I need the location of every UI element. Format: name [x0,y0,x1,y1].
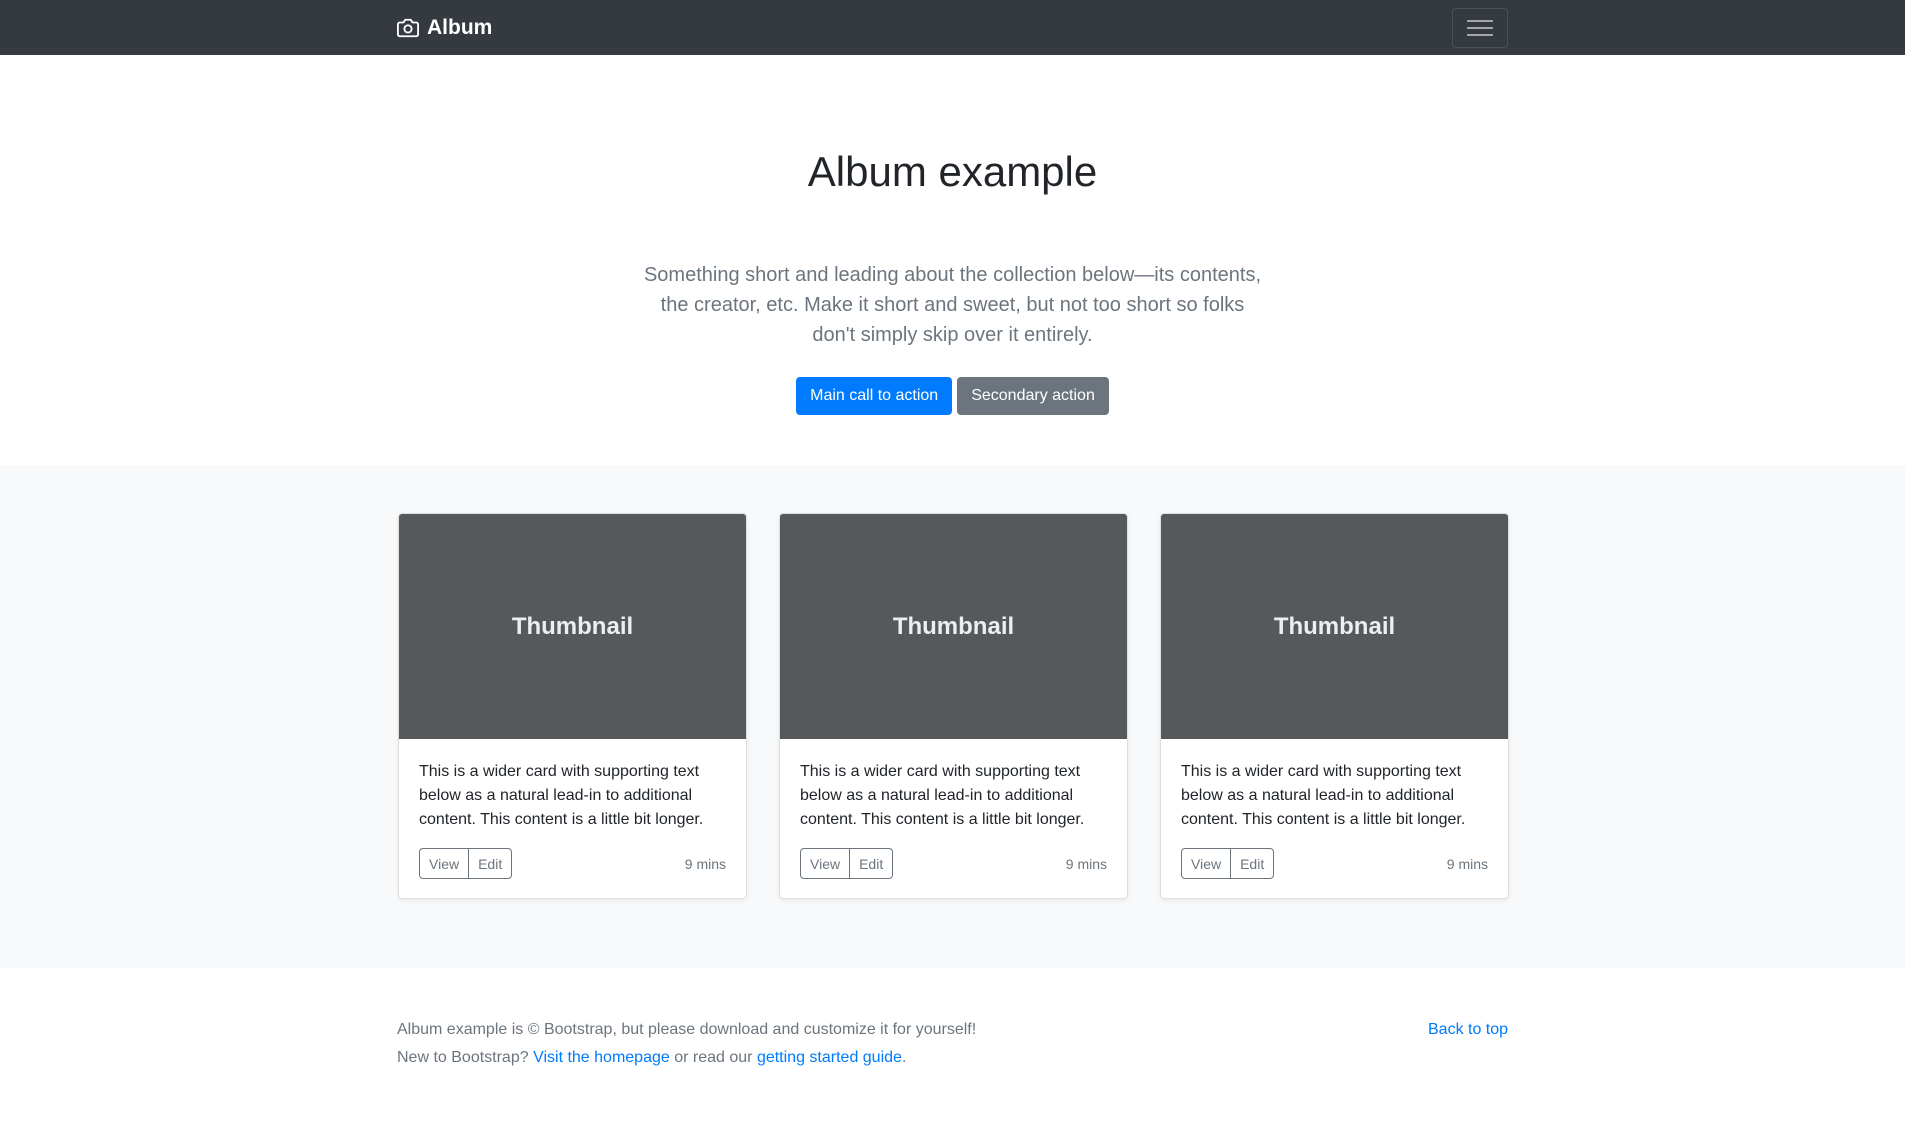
album-card: Thumbnail This is a wider card with supp… [1160,513,1509,899]
view-button[interactable]: View [419,848,470,879]
getting-started-guide-link[interactable]: getting started guide [757,1049,902,1066]
edit-button[interactable]: Edit [468,848,513,879]
card-time: 9 mins [684,855,726,872]
back-to-top-link[interactable]: Back to top [1428,1018,1508,1042]
card-button-group: View Edit [800,848,894,879]
page-title: Album example [807,148,1098,195]
album-card: Thumbnail This is a wider card with supp… [779,513,1128,899]
main-call-to-action-button[interactable]: Main call to action [796,377,953,415]
card-text: This is a wider card with supporting tex… [800,763,1085,828]
card-grid: Thumbnail This is a wider card with supp… [398,513,1509,899]
camera-icon [397,18,419,37]
footer-getting-started: New to Bootstrap? Visit the homepage or … [397,1046,906,1070]
hero-lead-text: Something short and leading about the co… [643,264,1262,346]
card-footer: View Edit 9 mins [1181,848,1488,879]
card-button-group: View Edit [1181,848,1275,879]
card-text: This is a wider card with supporting tex… [419,763,704,828]
hero-section: Album example Something short and leadin… [0,55,1905,465]
card-time: 9 mins [1065,855,1107,872]
hero-actions: Main call to action Secondary action [0,377,1905,415]
thumbnail-label: Thumbnail [892,612,1015,640]
card-time: 9 mins [1446,855,1488,872]
card-thumbnail: Thumbnail [1161,514,1508,739]
brand-name: Album [427,15,493,39]
footer-copyright: Album example is © Bootstrap, but please… [397,1021,977,1038]
footer-prefix-text: New to Bootstrap? [397,1049,529,1066]
edit-button[interactable]: Edit [849,848,894,879]
page-footer: Album example is © Bootstrap, but please… [0,968,1905,1122]
view-button[interactable]: View [800,848,851,879]
card-footer: View Edit 9 mins [419,848,726,879]
footer-suffix-text: . [901,1049,907,1066]
visit-homepage-link[interactable]: Visit the homepage [533,1049,670,1066]
card-button-group: View Edit [419,848,513,879]
navbar: Album [0,0,1905,55]
card-thumbnail: Thumbnail [399,514,746,739]
thumbnail-label: Thumbnail [1273,612,1396,640]
album-section: Thumbnail This is a wider card with supp… [0,465,1905,968]
view-button[interactable]: View [1181,848,1232,879]
thumbnail-label: Thumbnail [511,612,634,640]
secondary-action-button[interactable]: Secondary action [957,377,1109,415]
album-card: Thumbnail This is a wider card with supp… [398,513,747,899]
edit-button[interactable]: Edit [1230,848,1275,879]
card-thumbnail: Thumbnail [780,514,1127,739]
navbar-toggle-button[interactable] [1452,8,1508,48]
footer-middle-text: or read our [674,1049,753,1066]
card-text: This is a wider card with supporting tex… [1181,763,1466,828]
brand-link[interactable]: Album [397,0,492,55]
card-footer: View Edit 9 mins [800,848,1107,879]
hamburger-menu-icon [1467,20,1493,36]
